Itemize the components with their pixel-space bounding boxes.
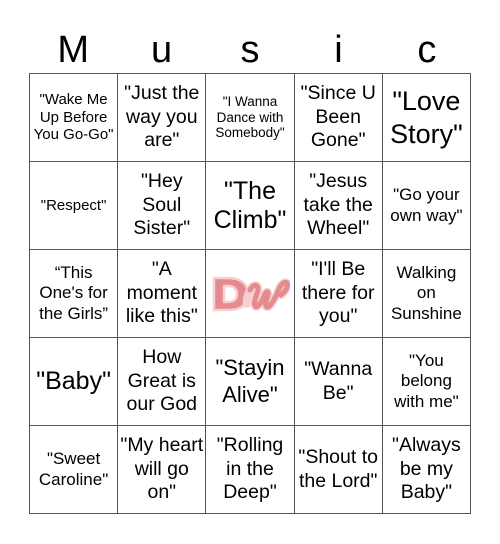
bingo-cell[interactable]: Walking on Sunshine xyxy=(382,250,471,338)
bingo-cell[interactable]: "Wanna Be" xyxy=(294,338,383,426)
bingo-cell[interactable]: "Just the way you are" xyxy=(118,74,207,162)
bingo-cell[interactable]: "Sweet Caroline" xyxy=(30,426,119,514)
bingo-cell[interactable]: "You belong with me" xyxy=(382,338,471,426)
bingo-cell[interactable]: "Shout to the Lord" xyxy=(294,426,383,514)
header-letter-u: u xyxy=(151,29,173,71)
bingo-cell[interactable]: "Wake Me Up Before You Go-Go" xyxy=(30,74,119,162)
bingo-cell[interactable]: "Baby" xyxy=(30,338,119,426)
bingo-cell[interactable]: "Hey Soul Sister" xyxy=(118,162,207,250)
header-letter-s: s xyxy=(240,29,260,71)
bingo-cell[interactable]: "Rolling in the Deep" xyxy=(206,426,295,514)
header-letter-m: M xyxy=(57,29,90,71)
bingo-cell[interactable]: How Great is our God xyxy=(118,338,207,426)
bingo-cell[interactable]: "Since U Been Gone" xyxy=(294,74,383,162)
free-space[interactable] xyxy=(206,250,295,338)
header-letter-c: c xyxy=(417,29,437,71)
bingo-cell[interactable]: "A moment like this" xyxy=(118,250,207,338)
bingo-cell[interactable]: "The Climb" xyxy=(206,162,295,250)
bingo-cell[interactable]: “This One's for the Girls” xyxy=(30,250,119,338)
bingo-header: M u s i c xyxy=(29,28,471,73)
bingo-cell[interactable]: "I Wanna Dance with Somebody" xyxy=(206,74,295,162)
bingo-cell[interactable]: "Love Story" xyxy=(382,74,471,162)
bingo-cell[interactable]: "My heart will go on" xyxy=(118,426,207,514)
bingo-cell[interactable]: "Respect" xyxy=(30,162,119,250)
bingo-cell[interactable]: "Jesus take the Wheel" xyxy=(294,162,383,250)
bingo-cell[interactable]: "Go your own way" xyxy=(382,162,471,250)
header-letter-i: i xyxy=(334,29,343,71)
dw-logo-icon xyxy=(212,276,290,311)
bingo-cell[interactable]: "Always be my Baby" xyxy=(382,426,471,514)
bingo-cell[interactable]: "I'll Be there for you" xyxy=(294,250,383,338)
bingo-card: "Wake Me Up Before You Go-Go" "Just the … xyxy=(29,73,471,514)
bingo-cell[interactable]: "Stayin Alive" xyxy=(206,338,295,426)
